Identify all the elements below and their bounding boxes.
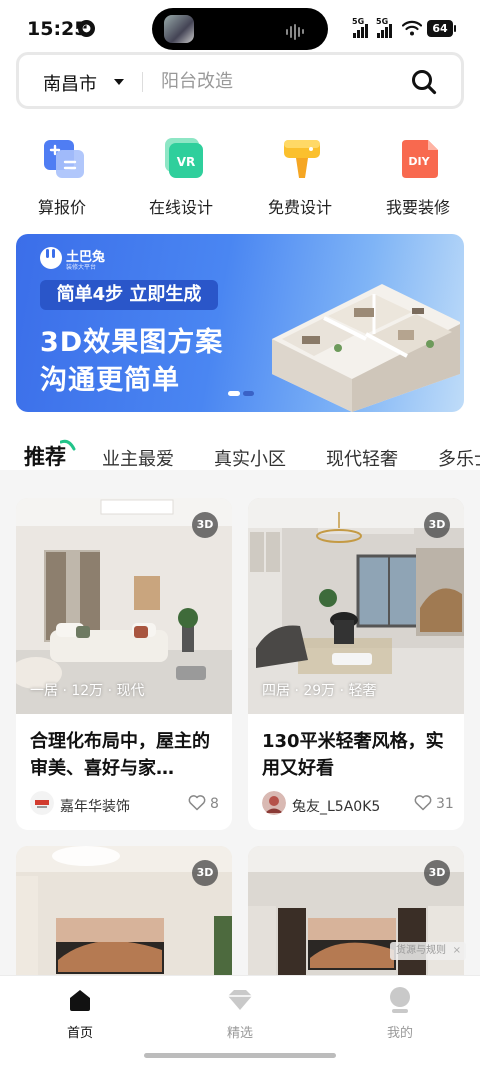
- card-meta: 一居 · 12万 · 现代: [30, 683, 145, 699]
- pager-dot: [243, 391, 254, 396]
- vr-icon: VR: [165, 138, 203, 178]
- search-icon[interactable]: [411, 69, 437, 95]
- heart-icon[interactable]: [188, 794, 206, 811]
- quick-action-label: 在线设计: [148, 198, 213, 217]
- like-count: 8: [210, 796, 219, 812]
- pager-dot-active: [228, 391, 240, 396]
- caret-down-icon[interactable]: [114, 79, 124, 85]
- card-author[interactable]: 嘉年华装饰: [60, 796, 130, 816]
- promo-banner[interactable]: 土巴兔 装修大平台 简单4步 立即生成 3D效果图方案 沟通更简单: [16, 234, 464, 412]
- like-count: 31: [436, 796, 454, 812]
- notification-app-icon: ◕: [78, 20, 95, 37]
- tab-dulux[interactable]: 多乐士: [438, 445, 480, 471]
- bottom-nav: 首页 精选 我的: [0, 975, 480, 1067]
- quick-action-label: 我要装修: [385, 198, 450, 217]
- 3d-badge: 3D: [192, 512, 218, 538]
- battery-icon: 64: [427, 20, 456, 37]
- nav-label: 精选: [226, 1026, 253, 1041]
- quick-action-quote[interactable]: 算报价: [7, 138, 117, 218]
- banner-headline-2: 沟通更简单: [40, 365, 180, 396]
- city-selector[interactable]: 南昌市: [43, 70, 97, 96]
- nav-label: 我的: [386, 1026, 413, 1041]
- feed-card[interactable]: 3D: [16, 846, 232, 986]
- cellular-signal-2-icon: 5G: [376, 17, 398, 38]
- card-title: 130平米轻奢风格，实用又好看: [262, 731, 444, 779]
- quick-action-label: 算报价: [37, 198, 86, 217]
- search-input[interactable]: [161, 68, 391, 94]
- tab-real-communities[interactable]: 真实小区: [214, 445, 286, 471]
- diy-icon-text: DIY: [408, 155, 430, 168]
- 3d-badge: 3D: [424, 512, 450, 538]
- search-bar: 南昌市: [16, 52, 464, 109]
- nav-home[interactable]: 首页: [30, 984, 130, 1041]
- 3d-badge: 3D: [424, 860, 450, 886]
- quick-action-renovate[interactable]: DIY 我要装修: [363, 138, 473, 218]
- nav-profile[interactable]: 我的: [350, 984, 450, 1041]
- banner-tag: 简单4步 立即生成: [40, 280, 218, 310]
- quick-action-label: 免费设计: [267, 198, 332, 217]
- author-avatar[interactable]: [262, 791, 286, 815]
- 3d-badge: 3D: [192, 860, 218, 886]
- profile-icon: [390, 987, 410, 1013]
- active-tab-arc-icon: [60, 439, 76, 451]
- quick-action-online-design[interactable]: VR 在线设计: [126, 138, 236, 218]
- diy-icon: DIY: [402, 140, 438, 178]
- heart-icon[interactable]: [414, 794, 432, 811]
- banner-pager: [228, 391, 254, 396]
- feed-card[interactable]: 3D 一居 · 12万 · 现代 合理化布局中，屋主的审美、喜好与家… 嘉年华装…: [16, 498, 232, 830]
- ad-label[interactable]: 货源与规则 ×: [390, 942, 466, 960]
- wifi-icon: [402, 20, 422, 36]
- media-thumbnail-icon: [164, 15, 194, 43]
- rabbit-logo-icon: [40, 247, 62, 269]
- banner-headline-1: 3D效果图方案: [40, 327, 224, 358]
- banner-brand-sub: 装修大平台: [66, 264, 97, 271]
- status-bar: 15:25 ◕ 5G 5G 64: [0, 0, 480, 52]
- feed-card[interactable]: 3D: [248, 846, 464, 986]
- 3d-floorplan-illustration: [272, 284, 460, 412]
- tab-modern-luxury[interactable]: 现代轻奢: [326, 445, 398, 471]
- category-tabs: 推荐 业主最爱 真实小区 现代轻奢 多乐士: [0, 438, 480, 474]
- nav-featured[interactable]: 精选: [190, 984, 290, 1041]
- calculator-icon: [44, 140, 84, 178]
- author-avatar[interactable]: [30, 791, 54, 815]
- audio-wave-icon: [286, 21, 310, 40]
- home-icon: [70, 990, 90, 1011]
- brush-icon: [284, 140, 320, 178]
- card-meta: 四居 · 29万 · 轻奢: [262, 683, 377, 699]
- feed-card[interactable]: 3D 四居 · 29万 · 轻奢 130平米轻奢风格，实用又好看 兔友_L5A0…: [248, 498, 464, 830]
- cellular-signal-icon: 5G: [352, 17, 374, 38]
- card-author[interactable]: 兔友_L5A0K5: [292, 796, 380, 816]
- dynamic-island[interactable]: [152, 8, 328, 50]
- search-divider: [142, 72, 143, 92]
- vr-icon-text: VR: [177, 155, 196, 169]
- close-icon[interactable]: ×: [453, 942, 461, 960]
- ad-label-text: 货源与规则: [396, 945, 446, 956]
- card-title: 合理化布局中，屋主的审美、喜好与家…: [30, 731, 210, 779]
- tab-owner-favorites[interactable]: 业主最爱: [102, 445, 174, 471]
- quick-action-free-design[interactable]: 免费设计: [245, 138, 355, 218]
- diamond-icon: [228, 990, 252, 1010]
- nav-label: 首页: [66, 1026, 93, 1041]
- home-indicator[interactable]: [144, 1053, 336, 1058]
